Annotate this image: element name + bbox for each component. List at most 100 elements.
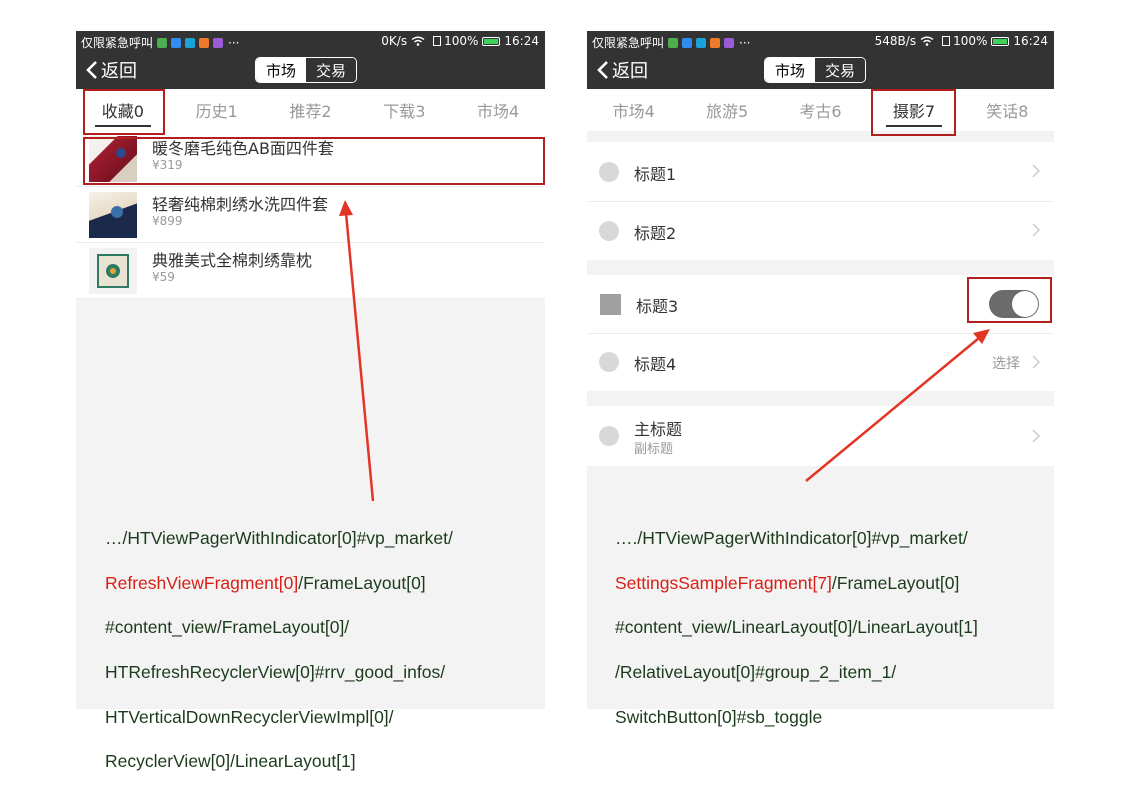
settings-row-2[interactable]: 标题2 [587,202,1054,260]
segment-trade[interactable]: 交易 [306,58,356,82]
title-bar: 返回 市场 交易 [76,51,545,89]
tab-download[interactable]: 下载3 [357,89,451,131]
carrier-label: 仅限紧急呼叫 [592,36,665,50]
fragment-name: RefreshViewFragment[0] [105,572,299,593]
app-icon [682,37,693,48]
annotation-line: #content_view/LinearLayout[0]/LinearLayo… [615,616,978,638]
battery-percent: 100% [953,34,988,48]
sim-icon [942,36,951,46]
list-item[interactable]: 轻奢纯棉刺绣水洗四件套 ¥899 [76,187,545,243]
wechat-icon [157,37,168,48]
title-bar: 返回 市场 交易 [587,51,1054,89]
path-segment: #content_view/FrameLayout[0]/ [105,617,350,638]
app-icon [185,37,196,48]
item-icon [599,162,619,182]
chevron-left-icon [597,61,608,79]
tab-photography[interactable]: 摄影7 [867,89,960,131]
chevron-right-icon [1032,429,1040,443]
settings-row-title: 主标题 [634,420,683,439]
app-icon [724,37,735,48]
path-segment: /RelativeLayout[0]#group_2_item_1/ [615,662,897,683]
annotation-line: SettingsSampleFragment[7]/FrameLayout[0] [615,572,978,594]
item-icon [599,426,619,446]
tab-history[interactable]: 历史1 [170,89,264,131]
settings-row-5[interactable]: 主标题 副标题 [587,406,1054,466]
product-price: ¥319 [152,158,183,172]
product-price: ¥59 [152,270,175,284]
segment-control: 市场 交易 [764,57,866,83]
item-icon [599,221,619,241]
weibo-icon [710,37,721,48]
path-segment: /FrameLayout[0] [298,572,426,593]
product-image [89,136,137,182]
status-bar: 仅限紧急呼叫 ··· 0K/s 100% 16:24 [76,31,545,51]
settings-row-title: 标题2 [634,224,677,243]
carrier-label: 仅限紧急呼叫 [81,36,154,50]
app-icon [171,37,182,48]
segment-control: 市场 交易 [255,57,357,83]
chevron-right-icon [1032,355,1040,369]
more-notifications: ··· [228,35,240,50]
battery-percent: 100% [444,34,479,48]
tab-bar: 市场4 旅游5 考古6 摄影7 笑话8 [587,89,1054,131]
chevron-left-icon [86,61,97,79]
back-button[interactable]: 返回 [86,57,137,83]
segment-market[interactable]: 市场 [256,58,306,82]
path-segment: …/HTViewPagerWithIndicator[0]#vp_market/ [105,528,453,549]
settings-row-title: 标题3 [636,297,679,316]
toggle-switch[interactable] [989,290,1039,318]
segment-trade[interactable]: 交易 [815,58,865,82]
network-speed: 548B/s [874,34,917,48]
back-button[interactable]: 返回 [597,57,648,83]
path-segment: RecyclerView[0]/LinearLayout[1] [105,751,356,772]
more-notifications: ··· [739,35,751,50]
annotation-line: …./HTViewPagerWithIndicator[0]#vp_market… [615,527,978,549]
settings-row-3: 标题3 [587,275,1054,333]
annotation-left: …/HTViewPagerWithIndicator[0]#vp_market/… [105,505,453,795]
app-icon [696,37,707,48]
settings-row-title: 标题4 [634,355,677,374]
product-name: 暖冬磨毛纯色AB面四件套 [152,139,334,158]
settings-row-title: 标题1 [634,165,677,184]
tab-recommend[interactable]: 推荐2 [264,89,358,131]
tab-market[interactable]: 市场4 [451,89,545,131]
settings-row-1[interactable]: 标题1 [587,142,1054,201]
tab-market[interactable]: 市场4 [587,89,680,131]
chevron-right-icon [1032,164,1040,178]
tab-bar: 收藏0 历史1 推荐2 下载3 市场4 [76,89,545,131]
sim-icon [433,36,442,46]
weibo-icon [199,37,210,48]
toggle-knob [1012,291,1038,317]
annotation-line: …/HTViewPagerWithIndicator[0]#vp_market/ [105,527,453,549]
wechat-icon [668,37,679,48]
settings-row-4[interactable]: 标题4 选择 [587,334,1054,391]
tab-jokes[interactable]: 笑话8 [961,89,1054,131]
annotation-line: #content_view/FrameLayout[0]/ [105,616,453,638]
back-label: 返回 [612,61,648,82]
status-bar: 仅限紧急呼叫 ··· 548B/s 100% 16:24 [587,31,1054,51]
clock: 16:24 [504,34,539,48]
product-name: 典雅美式全棉刺绣靠枕 [152,251,313,270]
product-price: ¥899 [152,214,183,228]
back-label: 返回 [101,61,137,82]
fragment-name: SettingsSampleFragment[7] [615,572,832,593]
tab-archaeology[interactable]: 考古6 [774,89,867,131]
settings-row-subtitle: 副标题 [634,442,674,457]
list-item[interactable]: 典雅美式全棉刺绣靠枕 ¥59 [76,243,545,299]
annotation-line: RefreshViewFragment[0]/FrameLayout[0] [105,572,453,594]
clock: 16:24 [1013,34,1048,48]
list-item[interactable]: 暖冬磨毛纯色AB面四件套 ¥319 [76,131,545,187]
annotation-line: SwitchButton[0]#sb_toggle [615,706,978,728]
tab-travel[interactable]: 旅游5 [680,89,773,131]
settings-row-hint: 选择 [992,356,1020,372]
product-name: 轻奢纯棉刺绣水洗四件套 [152,195,329,214]
battery-icon [482,36,501,46]
path-segment: HTVerticalDownRecyclerViewImpl[0]/ [105,706,394,727]
segment-market[interactable]: 市场 [765,58,815,82]
product-image [89,192,137,238]
path-segment: SwitchButton[0]#sb_toggle [615,706,823,727]
path-segment: #content_view/LinearLayout[0]/LinearLayo… [615,617,978,638]
wifi-icon [920,36,934,46]
path-segment: /FrameLayout[0] [831,572,960,593]
tab-favorites[interactable]: 收藏0 [76,89,170,131]
